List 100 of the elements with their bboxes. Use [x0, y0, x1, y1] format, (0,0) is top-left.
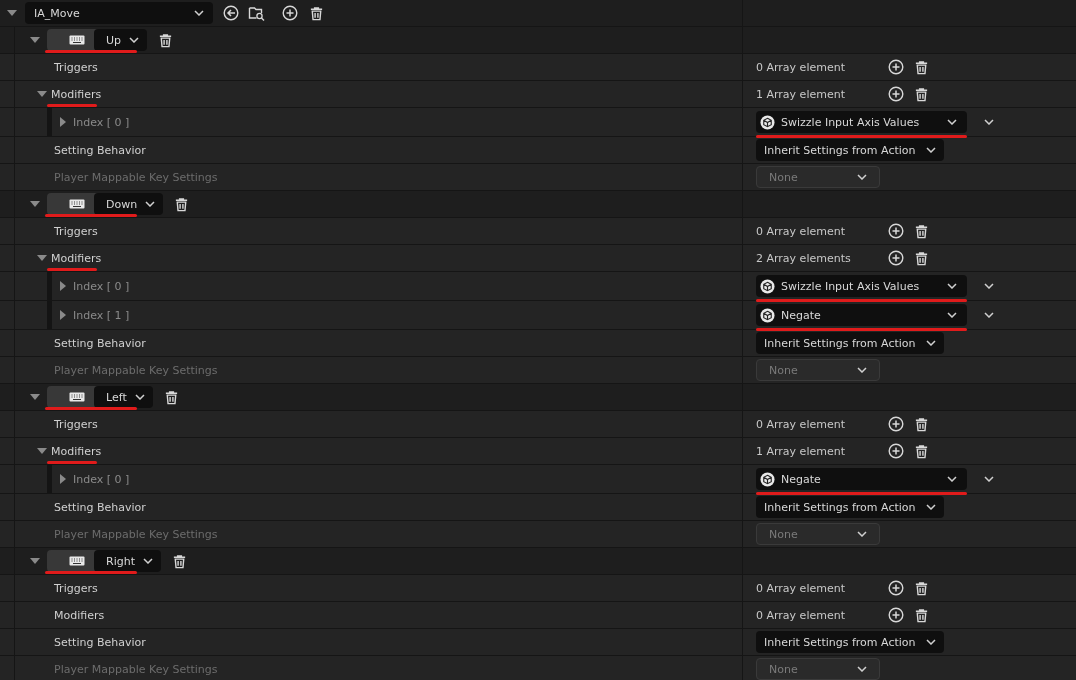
caret-icon — [984, 476, 994, 482]
index-label: Index [ 0 ] — [72, 279, 130, 293]
property-label: Triggers — [54, 60, 98, 74]
folder-search-icon[interactable] — [248, 5, 265, 21]
delete-icon[interactable] — [309, 5, 324, 21]
caret-icon — [947, 119, 957, 125]
caret-icon — [984, 119, 994, 125]
array-count: 0 Array element — [756, 581, 846, 595]
caret-icon — [947, 283, 957, 289]
property-label: Player Mappable Key Settings — [53, 170, 218, 184]
delete-icon[interactable] — [174, 196, 190, 212]
add-icon[interactable] — [888, 443, 904, 459]
add-icon[interactable] — [888, 250, 904, 266]
property-label: Player Mappable Key Settings — [53, 527, 218, 541]
delete-icon[interactable] — [914, 416, 929, 432]
property-label: Player Mappable Key Settings — [53, 662, 218, 676]
caret-icon — [857, 666, 867, 672]
index-label: Index [ 0 ] — [72, 472, 130, 486]
collapse-arrow-icon[interactable] — [37, 446, 47, 456]
property-label: Triggers — [54, 417, 98, 431]
delete-icon[interactable] — [914, 443, 929, 459]
caret-icon — [984, 312, 994, 318]
caret-icon — [129, 37, 140, 43]
array-count: 0 Array element — [756, 608, 846, 622]
add-icon[interactable] — [888, 416, 904, 432]
add-icon[interactable] — [888, 223, 904, 239]
add-icon[interactable] — [888, 86, 904, 102]
array-count: 0 Array element — [756, 224, 846, 238]
collapse-arrow-icon[interactable] — [37, 89, 47, 99]
modifier-dropdown[interactable]: Negate — [756, 304, 967, 326]
caret-icon — [142, 558, 153, 564]
cube-icon — [760, 278, 775, 294]
cube-icon — [760, 307, 775, 323]
collapse-arrow-icon[interactable] — [30, 35, 40, 45]
add-icon[interactable] — [888, 59, 904, 75]
property-label: Setting Behavior — [53, 500, 146, 514]
collapse-arrow-icon[interactable] — [30, 199, 40, 209]
cube-icon — [760, 114, 775, 130]
delete-icon[interactable] — [171, 553, 187, 569]
collapse-arrow-icon[interactable] — [30, 392, 40, 402]
expand-arrow-icon[interactable] — [58, 474, 68, 484]
settings-dropdown[interactable]: Inherit Settings from Action — [756, 332, 944, 354]
collapse-arrow-icon[interactable] — [7, 8, 17, 18]
add-icon[interactable] — [888, 580, 904, 596]
cube-icon — [760, 471, 775, 487]
key-dropdown[interactable]: Right — [94, 550, 161, 572]
keyboard-icon — [69, 392, 85, 402]
index-label: Index [ 1 ] — [72, 308, 130, 322]
key-dropdown[interactable]: Down — [94, 193, 164, 215]
collapse-arrow-icon[interactable] — [30, 556, 40, 566]
caret-icon — [925, 639, 936, 645]
modifier-dropdown[interactable]: Swizzle Input Axis Values — [756, 111, 967, 133]
caret-icon — [857, 174, 867, 180]
property-label: Modifiers — [51, 251, 102, 265]
property-label: Modifiers — [54, 608, 105, 622]
delete-icon[interactable] — [914, 59, 929, 75]
array-count: 2 Array elements — [756, 251, 852, 265]
modifier-dropdown[interactable]: Negate — [756, 468, 967, 490]
caret-icon — [947, 476, 957, 482]
caret-icon — [925, 340, 936, 346]
keyboard-icon — [69, 556, 85, 566]
settings-dropdown[interactable]: Inherit Settings from Action — [756, 139, 944, 161]
delete-icon[interactable] — [914, 607, 929, 623]
delete-icon[interactable] — [914, 86, 929, 102]
delete-icon[interactable] — [914, 580, 929, 596]
caret-icon — [925, 504, 936, 510]
expand-arrow-icon[interactable] — [58, 310, 68, 320]
settings-dropdown[interactable]: Inherit Settings from Action — [756, 631, 944, 653]
expand-arrow-icon[interactable] — [58, 117, 68, 127]
array-count: 0 Array element — [756, 417, 846, 431]
delete-icon[interactable] — [163, 389, 179, 405]
index-label: Index [ 0 ] — [72, 115, 130, 129]
property-label: Triggers — [54, 581, 98, 595]
collapse-arrow-icon[interactable] — [37, 253, 47, 263]
caret-icon — [194, 10, 204, 16]
caret-icon — [925, 147, 936, 153]
delete-icon[interactable] — [914, 223, 929, 239]
property-label: Modifiers — [51, 87, 102, 101]
property-label: Triggers — [54, 224, 98, 238]
array-count: 0 Array element — [756, 60, 846, 74]
caret-icon — [134, 394, 145, 400]
settings-dropdown[interactable]: Inherit Settings from Action — [756, 496, 944, 518]
property-label: Setting Behavior — [53, 336, 146, 350]
key-dropdown[interactable]: Up — [94, 29, 148, 51]
keyboard-icon — [69, 35, 85, 45]
caret-icon — [145, 201, 156, 207]
delete-icon[interactable] — [914, 250, 929, 266]
add-icon[interactable] — [888, 607, 904, 623]
property-label: Player Mappable Key Settings — [53, 363, 218, 377]
caret-icon — [857, 531, 867, 537]
add-icon[interactable] — [282, 5, 298, 21]
caret-icon — [947, 312, 957, 318]
key-dropdown[interactable]: Left — [94, 386, 153, 408]
expand-arrow-icon[interactable] — [58, 281, 68, 291]
array-count: 1 Array element — [756, 87, 846, 101]
array-count: 1 Array element — [756, 444, 846, 458]
action-dropdown[interactable]: IA_Move — [25, 2, 213, 24]
modifier-dropdown[interactable]: Swizzle Input Axis Values — [756, 275, 967, 297]
delete-icon[interactable] — [158, 32, 174, 48]
keyboard-icon — [69, 199, 85, 209]
